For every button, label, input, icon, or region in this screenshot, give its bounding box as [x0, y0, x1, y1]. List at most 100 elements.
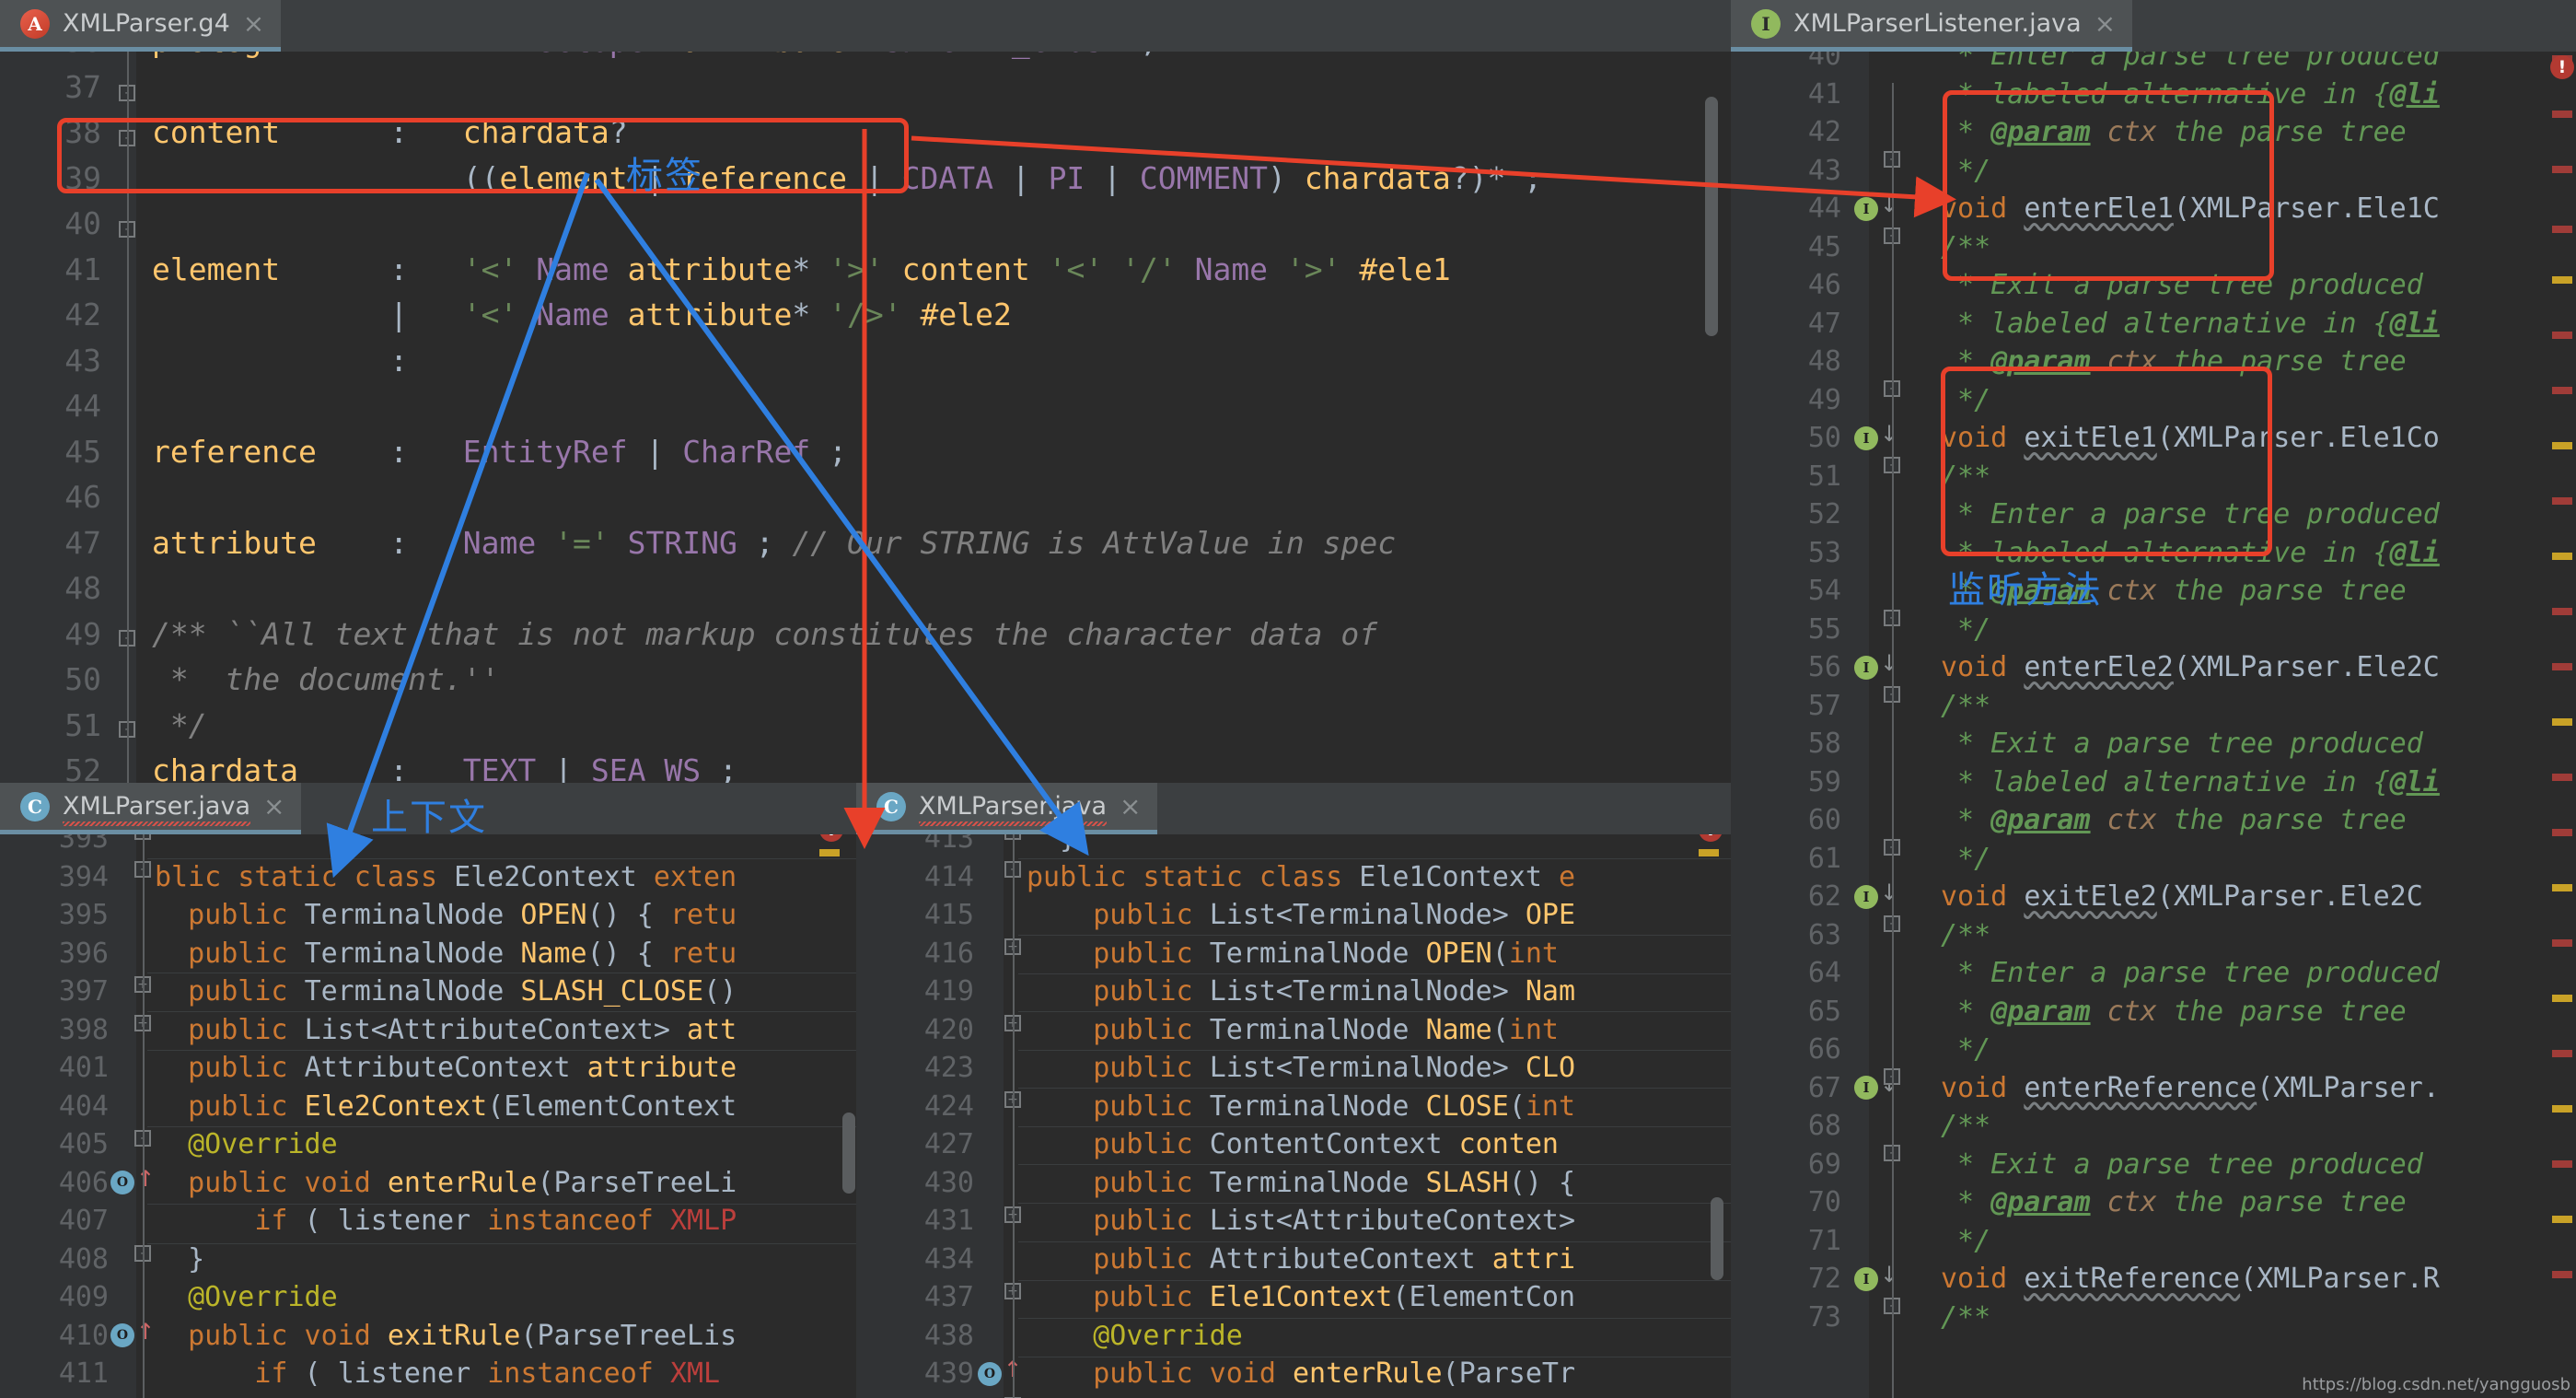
error-stripe-mark[interactable] — [2552, 442, 2572, 449]
code-line[interactable]: public List<TerminalNode> Nam — [1027, 973, 1575, 1011]
code-line[interactable]: */ — [1941, 611, 1990, 649]
code-line[interactable]: public TerminalNode SLASH() { — [1027, 1164, 1575, 1203]
code-line[interactable]: @Override — [1027, 1317, 1243, 1356]
error-stripe-mark[interactable] — [2552, 553, 2572, 560]
error-stripe-mark[interactable] — [2552, 608, 2572, 615]
code-line[interactable]: void exitEle2(XMLParser.Ele2C — [1941, 878, 2423, 916]
code-line[interactable]: void enterEle1(XMLParser.Ele1C — [1941, 190, 2440, 228]
code-line[interactable]: /** — [1941, 228, 1990, 267]
error-stripe-mark[interactable] — [2552, 884, 2572, 891]
code-line[interactable]: * @param ctx the parse tree — [1941, 993, 2407, 1031]
code-line[interactable]: public List<TerminalNode> CLO — [1027, 1049, 1575, 1088]
code-line[interactable]: void exitEle1(XMLParser.Ele1Co — [1941, 419, 2440, 458]
error-stripe-mark[interactable] — [2552, 1160, 2572, 1168]
tab-xmlparserlistener-java[interactable]: I XMLParserListener.java × — [1731, 0, 2132, 52]
code-line[interactable]: public void exitRule(ParseTreeLis — [155, 1317, 737, 1356]
close-icon[interactable]: × — [263, 794, 284, 820]
tab-xmlparser-g4[interactable]: A XMLParser.g4 × — [0, 0, 281, 52]
code-line[interactable]: * Exit a parse tree produced — [1941, 1146, 2423, 1184]
error-stripe-mark[interactable] — [2552, 387, 2572, 394]
implementation-marker-icon[interactable]: I — [1854, 1267, 1878, 1291]
code-line[interactable]: | '<' Name attribute* '/>' #ele2 — [152, 292, 1012, 338]
tab-xmlparser-java-mid[interactable]: C XMLParser.java × — [856, 783, 1157, 834]
implementation-marker-icon[interactable]: I — [1854, 426, 1878, 450]
code-line[interactable]: public static class Ele1Context e — [1027, 858, 1575, 897]
error-stripe-mark[interactable] — [2552, 829, 2572, 836]
code-line[interactable]: */ — [1941, 381, 1990, 420]
code-line[interactable]: * labeled alternative in {@li — [1941, 305, 2440, 344]
error-stripe-mark[interactable] — [2552, 332, 2572, 339]
code-line[interactable]: * Exit a parse tree produced — [1941, 266, 2423, 305]
code-line[interactable]: : — [152, 338, 408, 384]
listener-code-area[interactable]: 40 * Enter a parse tree produced41 * lab… — [1731, 28, 2576, 1398]
error-stripe-mark[interactable] — [2552, 718, 2572, 726]
code-line[interactable]: public void enterRule(ParseTr — [1027, 1355, 1575, 1393]
code-line[interactable]: public ContentContext conten — [1027, 1125, 1559, 1164]
error-stripe-mark[interactable] — [2552, 1105, 2572, 1113]
code-line[interactable]: * @param ctx the parse tree — [1941, 572, 2407, 611]
code-line[interactable]: public TerminalNode Name() { retu — [155, 935, 737, 973]
code-line[interactable]: blic static class Ele2Context exten — [155, 858, 737, 897]
error-stripe-mark[interactable] — [2552, 111, 2572, 118]
code-line[interactable]: element : '<' Name attribute* '>' conten… — [152, 247, 1451, 293]
code-line[interactable]: @Override — [155, 1125, 338, 1164]
listener-error-stripe[interactable] — [2552, 55, 2576, 1398]
code-line[interactable]: * @param ctx the parse tree — [1941, 113, 2407, 152]
error-stripe-mark[interactable] — [2552, 497, 2572, 505]
override-marker-icon[interactable]: O — [110, 1171, 134, 1194]
code-line[interactable]: void enterEle2(XMLParser.Ele2C — [1941, 648, 2440, 687]
code-line[interactable]: public void enterRule(ParseTreeLi — [155, 1164, 737, 1203]
code-line[interactable]: public TerminalNode CLOSE(int — [1027, 1088, 1575, 1126]
code-line[interactable]: * the document.'' — [152, 657, 500, 703]
error-stripe-mark[interactable] — [2552, 226, 2572, 233]
error-stripe-mark[interactable] — [2552, 1050, 2572, 1057]
code-line[interactable]: public AttributeContext attri — [1027, 1241, 1575, 1279]
code-line[interactable]: public List<AttributeContext> att — [155, 1011, 737, 1050]
code-line[interactable]: /** — [1941, 1107, 1990, 1146]
code-line[interactable]: public List<TerminalNode> OPE — [1027, 896, 1575, 935]
code-line[interactable]: * @param ctx the parse tree — [1941, 801, 2407, 840]
error-stripe-mark[interactable] — [2552, 663, 2572, 670]
listener-error-badge[interactable]: ! — [2550, 55, 2574, 79]
code-line[interactable]: public TerminalNode Name(int — [1027, 1011, 1559, 1050]
parser-mid-code-area[interactable]: 413 }414public static class Ele1Context … — [856, 810, 1731, 1398]
code-line[interactable]: public AttributeContext attribute — [155, 1049, 737, 1088]
code-line[interactable]: public Ele2Context(ElementContext — [155, 1088, 737, 1126]
code-line[interactable]: */ — [1941, 840, 1990, 879]
implementation-marker-icon[interactable]: I — [1854, 1076, 1878, 1100]
close-icon[interactable]: × — [1120, 794, 1141, 820]
code-line[interactable]: chardata : TEXT | SEA_WS ; — [152, 748, 737, 783]
code-line[interactable]: * Exit a parse tree produced — [1941, 725, 2423, 763]
code-line[interactable]: /** ``All text that is not markup consti… — [152, 612, 1377, 658]
code-line[interactable]: /** — [1941, 916, 1990, 955]
code-line[interactable]: * Enter a parse tree produced — [1941, 954, 2440, 993]
code-line[interactable]: ((element | reference | CDATA | PI | COM… — [152, 156, 1542, 202]
code-line[interactable]: public TerminalNode SLASH_CLOSE() — [155, 973, 737, 1011]
parser-mid-vscrollbar-thumb[interactable] — [1711, 1197, 1723, 1280]
code-line[interactable]: */ — [1941, 1031, 1990, 1069]
code-line[interactable]: void exitReference(XMLParser.R — [1941, 1260, 2440, 1299]
code-line[interactable]: */ — [1941, 1222, 1990, 1261]
implementation-marker-icon[interactable]: I — [1854, 656, 1878, 680]
error-stripe-mark[interactable] — [2552, 939, 2572, 947]
code-line[interactable]: if ( listener instanceof XML — [155, 1355, 720, 1393]
error-stripe-mark[interactable] — [2552, 995, 2572, 1002]
override-marker-icon[interactable]: O — [978, 1362, 1002, 1386]
implementation-marker-icon[interactable]: I — [1854, 197, 1878, 221]
parser-left-code-area[interactable]: 393394blic static class Ele2Context exte… — [0, 810, 856, 1398]
code-line[interactable]: * labeled alternative in {@li — [1941, 534, 2440, 573]
code-line[interactable]: /** — [1941, 687, 1990, 726]
code-line[interactable]: */ — [1941, 152, 1990, 191]
code-line[interactable]: if ( listener instanceof XMLP — [155, 1202, 737, 1241]
parser-left-vscrollbar-thumb[interactable] — [842, 1113, 855, 1194]
code-line[interactable]: public TerminalNode OPEN() { retu — [155, 896, 737, 935]
code-line[interactable]: content : chardata? — [152, 110, 628, 156]
code-line[interactable]: * @param ctx the parse tree — [1941, 343, 2407, 381]
code-line[interactable]: public Ele1Context(ElementCon — [1027, 1278, 1575, 1317]
grammar-code-area[interactable]: 36prolog : XMLDeclOpen attribute* SPECIA… — [0, 28, 1731, 783]
code-line[interactable]: public List<AttributeContext> — [1027, 1202, 1575, 1241]
code-line[interactable]: * Enter a parse tree produced — [1941, 495, 2440, 534]
error-stripe-mark[interactable] — [2552, 276, 2572, 284]
code-line[interactable]: */ — [152, 703, 207, 749]
implementation-marker-icon[interactable]: I — [1854, 885, 1878, 909]
